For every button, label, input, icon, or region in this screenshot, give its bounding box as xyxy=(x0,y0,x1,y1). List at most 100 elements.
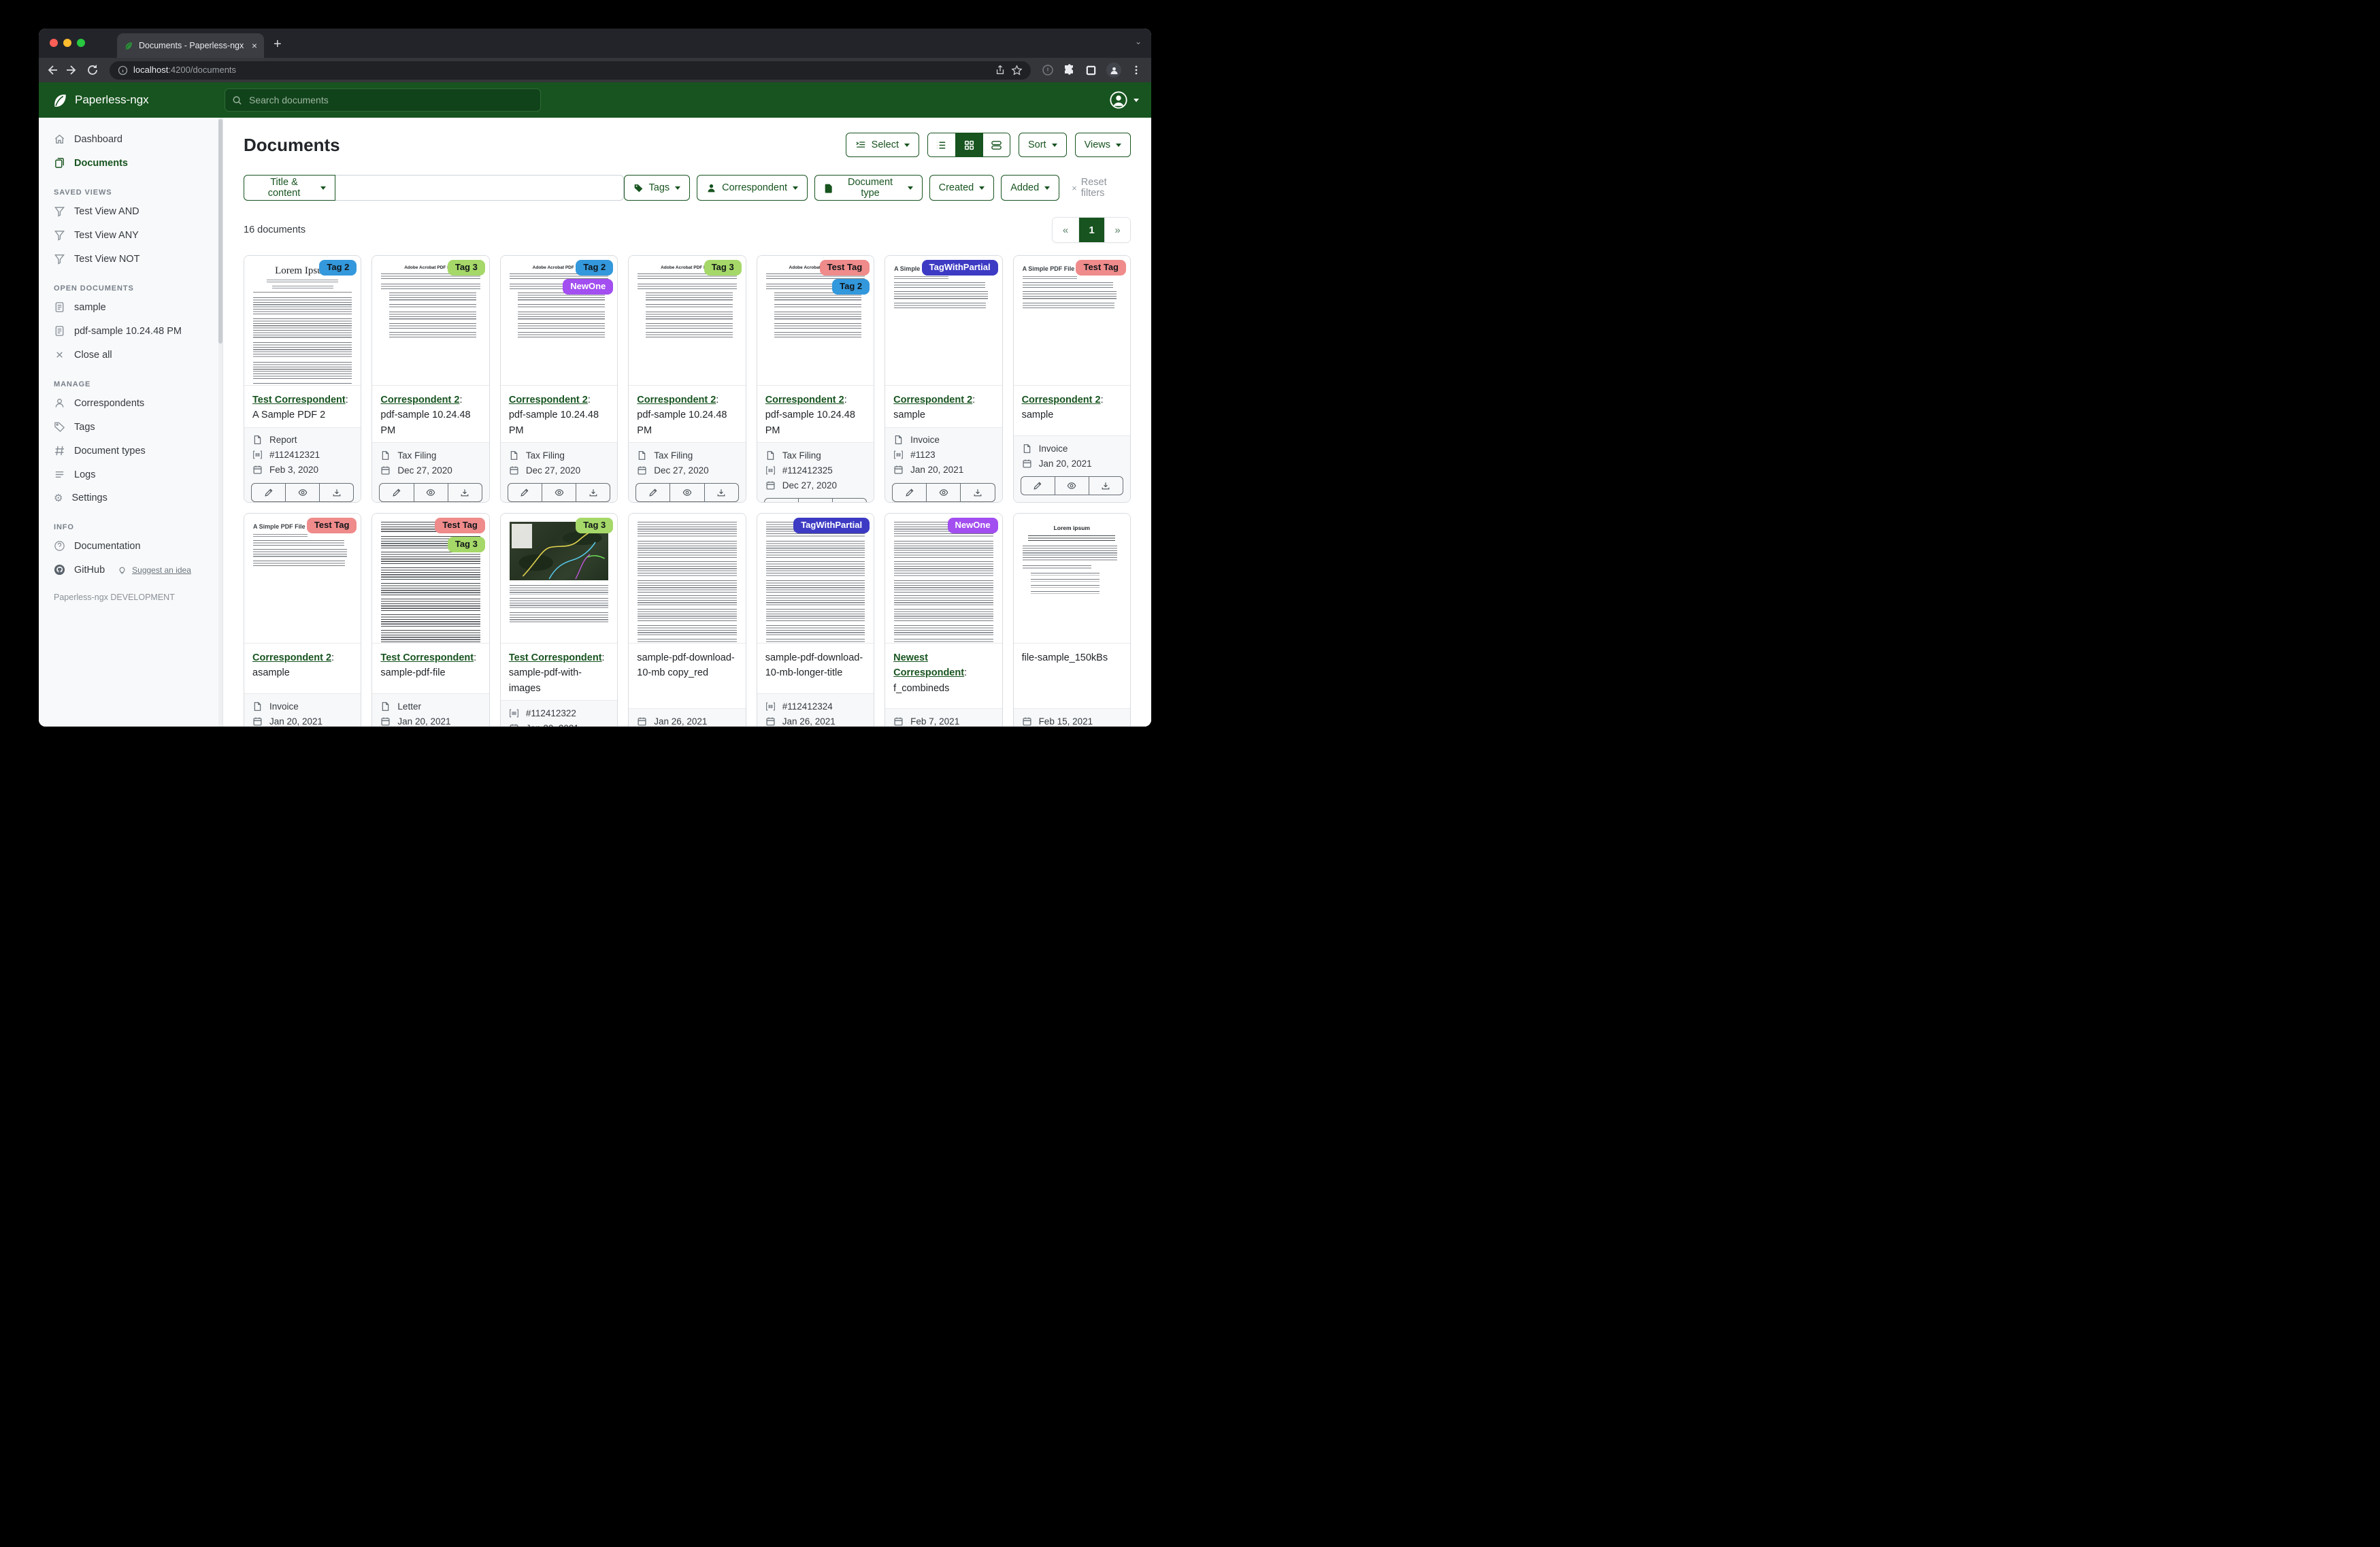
filter-text-input[interactable] xyxy=(335,175,624,201)
edit-button[interactable] xyxy=(764,498,799,503)
views-button[interactable]: Views xyxy=(1075,133,1131,157)
zoom-window-button[interactable] xyxy=(77,39,85,47)
document-thumbnail[interactable]: Lorem ipsum xyxy=(1014,514,1130,644)
tag-badge[interactable]: Test Tag xyxy=(307,518,357,533)
edit-button[interactable] xyxy=(379,483,414,502)
view-button[interactable] xyxy=(670,483,704,502)
correspondent-link[interactable]: Newest Correspondent xyxy=(893,652,964,678)
tag-badge[interactable]: TagWithPartial xyxy=(922,260,998,276)
tag-badge[interactable]: Tag 2 xyxy=(832,279,870,295)
download-button[interactable] xyxy=(1089,476,1123,495)
sidebar-item-open-document[interactable]: sample xyxy=(39,295,222,319)
sidebar-item-saved-view[interactable]: Test View AND xyxy=(39,199,222,223)
back-icon[interactable] xyxy=(46,64,58,76)
forward-icon[interactable] xyxy=(66,64,78,76)
suggest-idea-link[interactable]: Suggest an idea xyxy=(132,565,191,575)
sort-button[interactable]: Sort xyxy=(1019,133,1067,157)
sidebar-item-saved-view[interactable]: Test View ANY xyxy=(39,223,222,247)
sidebar-item-open-document[interactable]: pdf-sample 10.24.48 PM xyxy=(39,319,222,343)
user-menu-caret-icon[interactable] xyxy=(1134,99,1139,102)
next-page-button[interactable]: » xyxy=(1104,218,1130,242)
correspondent-link[interactable]: Correspondent 2 xyxy=(637,395,716,405)
detail-view-button[interactable] xyxy=(982,133,1010,156)
app-brand[interactable]: Paperless-ngx xyxy=(51,91,225,109)
document-thumbnail[interactable]: Tag 3 xyxy=(501,514,617,644)
view-button[interactable] xyxy=(799,498,833,503)
view-button[interactable] xyxy=(542,483,576,502)
user-avatar-icon[interactable] xyxy=(1109,90,1128,110)
download-button[interactable] xyxy=(705,483,739,502)
correspondent-link[interactable]: Test Correspondent xyxy=(509,652,602,663)
global-search[interactable] xyxy=(225,88,541,112)
edit-button[interactable] xyxy=(892,483,927,502)
select-button[interactable]: Select xyxy=(846,133,919,157)
view-button[interactable] xyxy=(1055,476,1089,495)
tag-badge[interactable]: NewOne xyxy=(563,279,613,295)
correspondent-link[interactable]: Correspondent 2 xyxy=(252,652,331,663)
share-icon[interactable] xyxy=(995,65,1006,76)
tag-badge[interactable]: Tag 2 xyxy=(319,260,357,276)
download-button[interactable] xyxy=(961,483,995,502)
document-thumbnail[interactable]: Lorem Ipsum Tag 2 xyxy=(244,256,361,386)
tag-badge[interactable]: Tag 3 xyxy=(448,260,485,276)
edit-button[interactable] xyxy=(251,483,286,502)
extension-badge-icon[interactable] xyxy=(1042,64,1054,76)
added-filter-button[interactable]: Added xyxy=(1001,175,1059,201)
list-view-button[interactable] xyxy=(928,133,955,156)
created-filter-button[interactable]: Created xyxy=(929,175,995,201)
edit-button[interactable] xyxy=(508,483,542,502)
document-thumbnail[interactable]: A Simple PDF File Test Tag xyxy=(1014,256,1130,386)
tab-list-chevron-icon[interactable]: ⌄ xyxy=(1135,37,1142,46)
document-thumbnail[interactable]: Test TagTag 3 xyxy=(372,514,489,644)
reload-icon[interactable] xyxy=(86,64,99,76)
correspondent-link[interactable]: Correspondent 2 xyxy=(1022,395,1101,405)
tags-filter-button[interactable]: Tags xyxy=(624,175,691,201)
tag-badge[interactable]: Tag 3 xyxy=(576,518,613,533)
search-input[interactable] xyxy=(248,94,533,106)
document-thumbnail[interactable]: A Simple PDF File Test Tag xyxy=(244,514,361,644)
sidebar-item-documentation[interactable]: Documentation xyxy=(39,534,222,558)
sidebar-item-logs[interactable]: Logs xyxy=(39,463,222,486)
sidebar-item-documents[interactable]: Documents xyxy=(39,151,222,175)
document-thumbnail[interactable]: Adobe Acrobat PDF Files Tag 3 xyxy=(629,256,745,386)
tag-badge[interactable]: TagWithPartial xyxy=(793,518,870,533)
document-thumbnail[interactable]: Adobe Acrobat PDF Files Test TagTag 2 xyxy=(757,256,874,386)
sidebar-scrollbar-thumb[interactable] xyxy=(218,119,222,344)
download-button[interactable] xyxy=(833,498,867,503)
reset-filters-button[interactable]: × Reset filters xyxy=(1072,177,1131,199)
sidebar-item-github[interactable]: GitHub Suggest an idea xyxy=(39,558,222,582)
filter-field-button[interactable]: Title & content xyxy=(244,175,335,201)
document-thumbnail[interactable]: NewOne xyxy=(885,514,1002,644)
correspondent-link[interactable]: Test Correspondent xyxy=(380,652,474,663)
browser-tab[interactable]: Documents - Paperless-ngx × xyxy=(117,33,264,58)
sidebar-item-correspondents[interactable]: Correspondents xyxy=(39,391,222,415)
browser-menu-icon[interactable] xyxy=(1131,65,1142,76)
view-button[interactable] xyxy=(286,483,320,502)
page-number-button[interactable]: 1 xyxy=(1078,218,1104,242)
document-thumbnail[interactable]: Adobe Acrobat PDF Files Tag 2NewOne xyxy=(501,256,617,386)
split-screen-icon[interactable] xyxy=(1085,65,1097,76)
sidebar-item-close-all[interactable]: Close all xyxy=(39,343,222,367)
edit-button[interactable] xyxy=(635,483,670,502)
document-thumbnail[interactable]: TagWithPartial xyxy=(757,514,874,644)
document-type-filter-button[interactable]: Document type xyxy=(814,175,923,201)
tag-badge[interactable]: Tag 2 xyxy=(576,260,613,276)
correspondent-filter-button[interactable]: Correspondent xyxy=(697,175,808,201)
close-tab-icon[interactable]: × xyxy=(252,41,257,50)
site-info-icon[interactable] xyxy=(118,65,128,76)
view-button[interactable] xyxy=(414,483,448,502)
download-button[interactable] xyxy=(320,483,354,502)
tag-badge[interactable]: Test Tag xyxy=(820,260,870,276)
tag-badge[interactable]: Tag 3 xyxy=(704,260,742,276)
sidebar-item-document-types[interactable]: Document types xyxy=(39,439,222,463)
sidebar-item-dashboard[interactable]: Dashboard xyxy=(39,127,222,151)
sidebar-item-saved-view[interactable]: Test View NOT xyxy=(39,247,222,271)
download-button[interactable] xyxy=(448,483,482,502)
new-tab-button[interactable]: + xyxy=(274,37,282,52)
tag-badge[interactable]: Test Tag xyxy=(435,518,485,533)
bookmark-star-icon[interactable] xyxy=(1011,65,1023,76)
document-thumbnail[interactable] xyxy=(629,514,745,644)
sidebar-item-settings[interactable]: ⚙ Settings xyxy=(39,486,222,510)
document-thumbnail[interactable]: A Simple PDF File TagWithPartial xyxy=(885,256,1002,386)
browser-profile-avatar[interactable] xyxy=(1106,63,1121,78)
